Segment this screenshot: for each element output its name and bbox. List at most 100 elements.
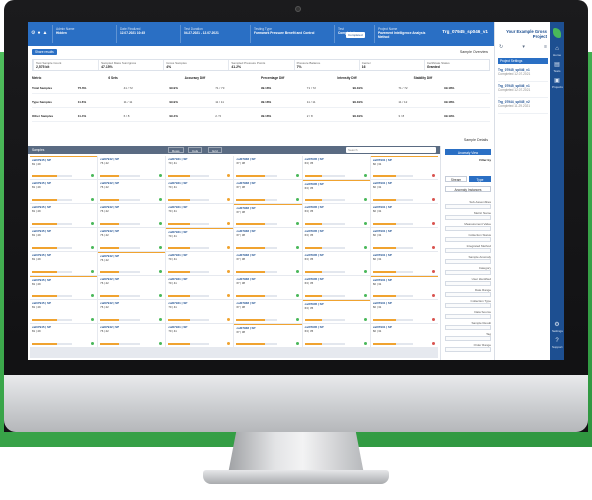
tab-grid[interactable]: Grid bbox=[208, 147, 222, 153]
project-list-item[interactable]: Trg_07945_sp046_v1 Completed 12.07.2021 bbox=[498, 84, 548, 98]
filter-dropdown[interactable] bbox=[445, 303, 491, 308]
filter-icon[interactable]: ▾ bbox=[522, 44, 525, 50]
sample-card-value: 70 | 41 bbox=[168, 329, 177, 333]
project-settings-tab[interactable]: Project Settings bbox=[498, 58, 548, 64]
filter-dropdown[interactable] bbox=[445, 270, 491, 275]
sample-card[interactable]: cal07945 | SP 81 | 49 bbox=[30, 300, 98, 323]
sample-card[interactable]: cal07942 | SP 76 | 42 bbox=[98, 156, 166, 179]
sample-card[interactable]: cal07931 | SP 60 | 31 bbox=[370, 276, 438, 299]
share-results-button[interactable]: Share results bbox=[32, 49, 57, 55]
sample-card[interactable]: cal07945 | SP 81 | 49 bbox=[30, 156, 98, 179]
app-screen: ⚙●▲ Admin Name Hidden Date Finalized 12.07… bbox=[28, 22, 564, 360]
filter-dropdown[interactable] bbox=[445, 215, 491, 220]
sidebar-item-support[interactable]: ? Support bbox=[552, 338, 563, 350]
sample-card-progress bbox=[168, 175, 209, 177]
sample-card[interactable]: cal07942 | SP 76 | 42 bbox=[98, 252, 166, 275]
sidebar-item-projects[interactable]: ▣ Projects bbox=[552, 78, 563, 90]
sample-card[interactable]: cal07941 | SP 70 | 41 bbox=[166, 276, 234, 299]
sample-card[interactable]: cal07942 | SP 76 | 42 bbox=[98, 180, 166, 203]
sample-card[interactable]: cal07938 | SP 67 | 38 bbox=[234, 276, 302, 299]
sample-card[interactable]: cal07931 | SP 60 | 31 bbox=[370, 228, 438, 251]
sample-card-value: 76 | 42 bbox=[100, 305, 109, 309]
sample-card[interactable]: cal07942 | SP 76 | 42 bbox=[98, 228, 166, 251]
sample-card[interactable]: cal07938 | SP 67 | 38 bbox=[234, 228, 302, 251]
results-search-input[interactable]: Search bbox=[346, 147, 436, 153]
stat-row[interactable]: Other Samples 11.4% 6 / 8 99.4% 2 / 5 99.18% 2… bbox=[32, 114, 490, 122]
sample-card[interactable]: cal07941 | SP 70 | 41 bbox=[166, 180, 234, 203]
filter-dropdown[interactable] bbox=[445, 336, 491, 341]
status-dot bbox=[91, 342, 95, 345]
tab-cols[interactable]: Cols bbox=[188, 147, 203, 153]
sample-card[interactable]: cal07935 | SP 63 | 35 bbox=[302, 324, 370, 347]
sample-card[interactable]: cal07945 | SP 81 | 49 bbox=[30, 324, 98, 347]
filter-dropdown[interactable] bbox=[445, 226, 491, 231]
sample-card[interactable]: cal07938 | SP 67 | 38 bbox=[234, 156, 302, 179]
sample-card[interactable]: cal07945 | SP 81 | 49 bbox=[30, 204, 98, 227]
sidebar-item-settings[interactable]: ⚙ Settings bbox=[552, 322, 563, 334]
filter-dropdown[interactable] bbox=[445, 281, 491, 286]
tab-rows[interactable]: Rows bbox=[168, 147, 184, 153]
sample-card[interactable]: cal07935 | SP 63 | 35 bbox=[302, 180, 370, 203]
project-list-item[interactable]: Trg_07944_sp045_v2 Completed 11.29.2021 bbox=[498, 100, 548, 114]
filter-dropdown[interactable] bbox=[445, 347, 491, 352]
sample-card[interactable]: cal07935 | SP 63 | 35 bbox=[302, 276, 370, 299]
list-icon[interactable]: ≡ bbox=[544, 44, 547, 50]
sample-card[interactable]: cal07935 | SP 63 | 35 bbox=[302, 156, 370, 179]
sample-card[interactable]: cal07931 | SP 60 | 31 bbox=[370, 300, 438, 323]
sample-card[interactable]: cal07941 | SP 70 | 41 bbox=[166, 228, 234, 251]
sample-card[interactable]: cal07935 | SP 63 | 35 bbox=[302, 228, 370, 251]
sample-card[interactable]: cal07935 | SP 63 | 35 bbox=[302, 300, 370, 323]
sample-card[interactable]: cal07942 | SP 76 | 42 bbox=[98, 204, 166, 227]
sample-card[interactable]: cal07945 | SP 81 | 49 bbox=[30, 180, 98, 203]
sample-card[interactable]: cal07931 | SP 60 | 31 bbox=[370, 204, 438, 227]
stat-header-cell: Intensity Diff bbox=[337, 76, 357, 80]
sample-card[interactable]: cal07935 | SP 63 | 35 bbox=[302, 204, 370, 227]
sample-card[interactable]: cal07945 | SP 81 | 49 bbox=[30, 252, 98, 275]
sample-card[interactable]: cal07941 | SP 70 | 41 bbox=[166, 156, 234, 179]
sample-card[interactable]: cal07938 | SP 67 | 38 bbox=[234, 180, 302, 203]
sidebar-item-home[interactable]: ⌂ Home bbox=[552, 46, 562, 58]
sample-card[interactable]: cal07938 | SP 67 | 38 bbox=[234, 324, 302, 347]
sample-card[interactable]: cal07931 | SP 60 | 31 bbox=[370, 180, 438, 203]
filter-dropdown[interactable] bbox=[445, 292, 491, 297]
status-dot bbox=[431, 222, 435, 225]
sample-card[interactable]: cal07945 | SP 81 | 49 bbox=[30, 228, 98, 251]
sample-card[interactable]: cal07941 | SP 70 | 41 bbox=[166, 204, 234, 227]
sample-card[interactable]: cal07938 | SP 67 | 38 bbox=[234, 300, 302, 323]
sample-card-progress bbox=[304, 223, 345, 225]
sample-card[interactable]: cal07942 | SP 76 | 42 bbox=[98, 324, 166, 347]
gear-icon[interactable]: ▲ bbox=[43, 30, 50, 36]
metric-cell: Sampled Mass Sum/gross 47.15% bbox=[98, 60, 163, 70]
stat-row[interactable]: Total Samples 75.6% 41 / 72 99.9% 71 / 73 99.… bbox=[32, 86, 490, 94]
project-list-item[interactable]: Trg_07945_sp046_v1 Completed 12.07.2021 bbox=[498, 68, 548, 82]
sample-card[interactable]: cal07942 | SP 76 | 42 bbox=[98, 300, 166, 323]
stat-row[interactable]: Type Samples 11.6% 11 / 11 99.9% 11 / 11 99.1… bbox=[32, 100, 490, 108]
sample-card[interactable]: cal07938 | SP 67 | 38 bbox=[234, 204, 302, 227]
sidebar-item-tests[interactable]: ▤ Tests bbox=[552, 62, 562, 74]
sample-card[interactable]: cal07941 | SP 70 | 41 bbox=[166, 300, 234, 323]
sample-card[interactable]: cal07935 | SP 63 | 35 bbox=[302, 252, 370, 275]
sample-card-progress bbox=[304, 319, 345, 321]
sample-card-value: 81 | 49 bbox=[32, 162, 41, 166]
sample-card[interactable]: cal07931 | SP 60 | 31 bbox=[370, 156, 438, 179]
filter-dropdown[interactable] bbox=[445, 204, 491, 209]
sample-card[interactable]: cal07931 | SP 60 | 31 bbox=[370, 324, 438, 347]
filter-dropdown[interactable] bbox=[445, 325, 491, 330]
filter-dropdown[interactable] bbox=[445, 259, 491, 264]
filter-dropdown[interactable] bbox=[445, 248, 491, 253]
filter-dropdown[interactable] bbox=[445, 237, 491, 242]
stat-cell: 99.19% bbox=[352, 100, 363, 104]
sample-card[interactable]: cal07942 | SP 76 | 42 bbox=[98, 276, 166, 299]
filter-dropdown[interactable] bbox=[445, 314, 491, 319]
sample-card[interactable]: cal07938 | SP 67 | 38 bbox=[234, 252, 302, 275]
refresh-icon[interactable]: ↻ bbox=[499, 44, 503, 50]
status-dot bbox=[363, 342, 367, 345]
toggle-type[interactable]: Type bbox=[469, 176, 491, 182]
sample-card[interactable]: cal07945 | SP 81 | 49 bbox=[30, 276, 98, 299]
sample-card[interactable]: cal07941 | SP 70 | 41 bbox=[166, 324, 234, 347]
sample-card[interactable]: cal07941 | SP 70 | 41 bbox=[166, 252, 234, 275]
anomaly-view-button[interactable]: Anomaly View bbox=[445, 149, 491, 155]
anomaly-instances-button[interactable]: Anomaly Instances bbox=[445, 186, 491, 192]
sample-card[interactable]: cal07931 | SP 60 | 31 bbox=[370, 252, 438, 275]
toggle-stream[interactable]: Stream bbox=[445, 176, 467, 182]
